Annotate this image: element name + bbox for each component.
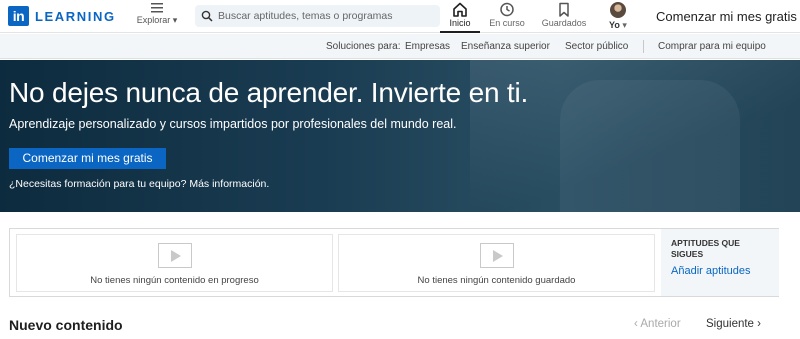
hero-banner: No dejes nunca de aprender. Invierte en … bbox=[0, 60, 800, 212]
nav-home[interactable]: Inicio bbox=[440, 2, 480, 33]
solutions-label: Soluciones para: bbox=[326, 41, 401, 52]
home-icon bbox=[453, 2, 467, 17]
nav-in-progress[interactable]: En curso bbox=[485, 2, 529, 33]
bookmark-icon bbox=[559, 2, 569, 17]
add-skills-link[interactable]: Añadir aptitudes bbox=[671, 265, 751, 277]
followed-skills-panel: APTITUDES QUE SIGUES Añadir aptitudes bbox=[661, 229, 779, 296]
nav-saved[interactable]: Guardados bbox=[540, 2, 588, 33]
logo-text: LEARNING bbox=[35, 8, 116, 24]
explore-label: Explorar bbox=[136, 15, 171, 25]
hero-background-shape bbox=[560, 80, 740, 212]
my-learning-panel: No tienes ningún contenido en progreso N… bbox=[9, 228, 779, 297]
search-icon bbox=[201, 10, 213, 22]
nav-saved-label: Guardados bbox=[541, 18, 587, 28]
solutions-business-link[interactable]: Empresas bbox=[405, 41, 450, 52]
search-bar[interactable] bbox=[195, 5, 440, 27]
divider bbox=[643, 40, 644, 53]
menu-lines-icon bbox=[151, 3, 163, 13]
chevron-down-icon: ▾ bbox=[172, 15, 178, 25]
linkedin-learning-logo[interactable]: in LEARNING bbox=[8, 6, 116, 26]
hero-subtitle: Aprendizaje personalizado y cursos impar… bbox=[9, 117, 457, 131]
clock-icon bbox=[500, 2, 514, 17]
buy-for-team-link[interactable]: Comprar para mi equipo bbox=[658, 41, 766, 52]
next-button[interactable]: Siguiente › bbox=[706, 318, 761, 330]
followed-skills-title: APTITUDES QUE SIGUES bbox=[671, 238, 740, 259]
saved-empty-message: No tienes ningún contenido guardado bbox=[417, 275, 576, 286]
previous-button[interactable]: ‹ Anterior bbox=[634, 318, 681, 330]
new-content-heading: Nuevo contenido bbox=[9, 317, 123, 333]
start-free-month-link[interactable]: Comenzar mi mes gratis bbox=[656, 9, 797, 24]
solutions-higher-ed-link[interactable]: Enseñanza superior bbox=[461, 41, 550, 52]
saved-card: No tienes ningún contenido guardado bbox=[338, 234, 655, 292]
hero-title: No dejes nunca de aprender. Invierte en … bbox=[9, 77, 529, 108]
chevron-down-icon: ▾ bbox=[622, 20, 627, 30]
team-training-link[interactable]: ¿Necesitas formación para tu equipo? Más… bbox=[9, 178, 269, 190]
linkedin-logo-mark: in bbox=[8, 6, 29, 26]
video-play-icon bbox=[157, 243, 192, 268]
search-input[interactable] bbox=[218, 10, 438, 22]
solutions-government-link[interactable]: Sector público bbox=[565, 41, 628, 52]
nav-me-label: Yo bbox=[609, 20, 620, 30]
nav-me-menu[interactable]: Yo ▾ bbox=[598, 2, 638, 33]
nav-home-label: Inicio bbox=[449, 18, 471, 28]
top-header: in LEARNING Explorar ▾ Inicio En curso bbox=[0, 0, 800, 33]
solutions-bar: Soluciones para: Empresas Enseñanza supe… bbox=[0, 34, 800, 59]
start-free-month-button[interactable]: Comenzar mi mes gratis bbox=[9, 148, 166, 169]
video-play-icon bbox=[479, 243, 514, 268]
explore-menu-button[interactable]: Explorar ▾ bbox=[134, 2, 180, 26]
avatar bbox=[610, 2, 626, 18]
nav-in-progress-label: En curso bbox=[489, 18, 525, 28]
in-progress-card: No tienes ningún contenido en progreso bbox=[16, 234, 333, 292]
in-progress-empty-message: No tienes ningún contenido en progreso bbox=[90, 275, 259, 286]
